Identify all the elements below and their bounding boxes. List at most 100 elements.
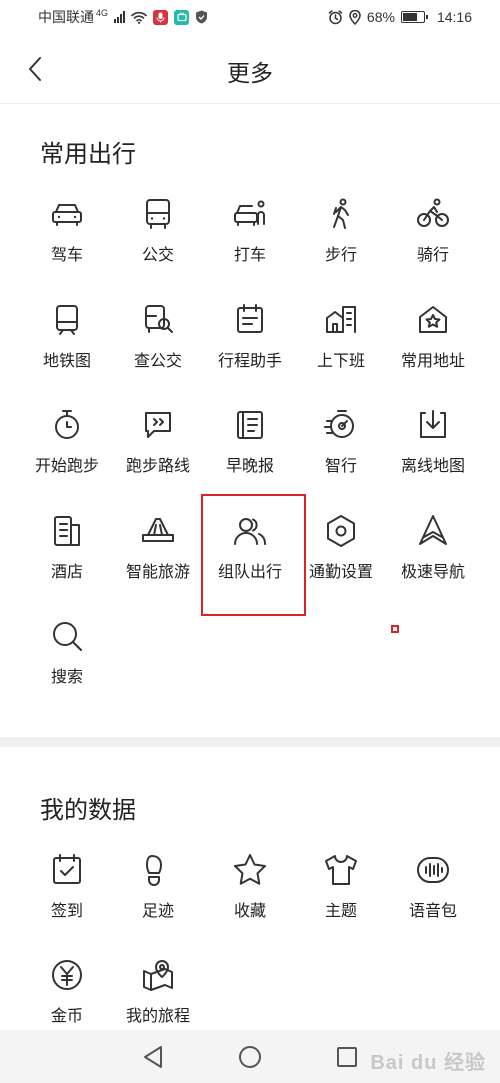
grid-item-subway[interactable]: 地铁图 [17,288,117,388]
grid-item-label: 搜索 [50,669,83,686]
home-circle-icon[interactable] [238,1045,262,1069]
grid-item-label: 足迹 [141,903,174,920]
grid-item-smart-travel[interactable]: 智行 [291,393,391,493]
grid-item-walk[interactable]: 步行 [291,182,391,282]
grid-item-label: 早晚报 [225,458,274,475]
highlight-box [201,494,306,616]
recents-square-icon[interactable] [336,1046,358,1068]
newspaper-icon [237,411,263,439]
route-chat-icon [145,412,171,438]
grid-item-hotel[interactable]: 酒店 [17,499,117,599]
grid-item-label: 常用地址 [400,352,465,370]
grid-item-label: 公交 [141,247,174,264]
bus-icon [146,199,170,229]
home-star-icon [419,305,447,333]
tour-icon [142,517,174,542]
walk-icon [333,198,349,229]
grid-item-label: 驾车 [50,247,83,264]
signal-icon [114,11,126,23]
grid-item-bus[interactable]: 公交 [108,182,208,282]
grid-item-tour[interactable]: 智能旅游 [108,499,208,599]
battery-percent: 68% [366,9,395,25]
grid-item-label: 智行 [324,458,357,475]
grid-item-label: 极速导航 [400,563,465,581]
section-title-my-data: 我的数据 [40,797,136,824]
grid-item-label: 步行 [324,247,357,264]
grid-item-label: 酒店 [50,563,83,581]
grid-item-label: 主题 [324,903,357,920]
carrier-name: 中国联通 [38,9,94,25]
shield-icon [196,10,208,24]
grid-item-navigation-arrow[interactable]: 极速导航 [383,499,483,599]
grid-item-label: 收藏 [233,903,266,920]
bike-icon [417,198,449,227]
grid-item-my-journey[interactable]: 我的旅程 [108,943,208,1043]
coin-icon [52,960,82,990]
grid-item-footprint[interactable]: 足迹 [108,838,208,938]
grid-item-label: 打车 [233,247,266,264]
grid-item-hexagon-settings[interactable]: 通勤设置 [291,499,391,599]
download-map-icon [420,410,446,438]
commute-icon [326,305,356,333]
battery-icon [400,11,428,23]
grid-item-label: 查公交 [133,352,182,370]
subway-icon [56,304,78,335]
status-bar: 中国联通 4G 68% 14:16 [0,0,500,34]
car-icon [52,204,82,226]
status-right: 68% 14:16 [328,9,472,25]
my-journey-icon [143,960,173,991]
location-icon [349,9,361,25]
taxi-icon [234,200,265,226]
grid-item-voice-pack[interactable]: 语音包 [383,838,483,938]
grid-item-tshirt[interactable]: 主题 [291,838,391,938]
back-triangle-icon[interactable] [142,1045,164,1069]
grid-item-label: 智能旅游 [125,563,190,581]
grid-item-label: 我的旅程 [125,1008,190,1025]
grid-item-taxi[interactable]: 打车 [200,182,300,282]
bus-search-icon [145,304,173,333]
grid-item-label: 地铁图 [42,352,91,370]
grid-item-trip-assistant[interactable]: 行程助手 [200,288,300,388]
grid-item-search[interactable]: 搜索 [17,604,117,704]
status-left: 中国联通 4G [38,7,208,27]
grid-item-stopwatch[interactable]: 开始跑步 [17,393,117,493]
checkin-calendar-icon [53,854,81,884]
navigation-arrow-icon [419,514,447,545]
search-icon [53,622,82,651]
grid-item-commute[interactable]: 上下班 [291,288,391,388]
network-type: 4G [96,8,109,18]
grid-item-newspaper[interactable]: 早晚报 [200,393,300,493]
footprint-icon [146,855,162,886]
grid-item-car[interactable]: 驾车 [17,182,117,282]
grid-item-star[interactable]: 收藏 [200,838,300,938]
grid-item-route-chat[interactable]: 跑步路线 [108,393,208,493]
mic-icon [153,9,169,25]
grid-item-label: 金币 [50,1008,83,1025]
grid-item-label: 开始跑步 [34,458,99,475]
grid-item-checkin-calendar[interactable]: 签到 [17,838,117,938]
nav-bar: 更多 [0,34,500,104]
grid-item-label: 骑行 [416,247,449,264]
grid-item-bus-search[interactable]: 查公交 [108,288,208,388]
alarm-icon [328,9,343,24]
grid-item-bike[interactable]: 骑行 [383,182,483,282]
page-title: 更多 [227,60,273,86]
trip-assistant-icon [237,303,263,333]
watermark: Bai du 经验 [370,1052,486,1074]
grid-item-label: 跑步路线 [125,458,190,475]
grid-item-coin[interactable]: 金币 [17,943,117,1043]
tshirt-icon [325,855,357,885]
red-marker [391,625,399,633]
section-title-common-travel: 常用出行 [40,141,136,168]
grid-item-label: 上下班 [316,352,365,370]
stopwatch-icon [55,410,79,439]
hotel-icon [54,515,80,546]
tv-icon [174,9,190,25]
star-icon [234,854,266,885]
clock: 14:16 [436,9,472,25]
grid-item-label: 语音包 [408,903,457,920]
grid-item-download-map[interactable]: 离线地图 [383,393,483,493]
smart-travel-icon [324,410,354,438]
grid-item-home-star[interactable]: 常用地址 [383,288,483,388]
voice-pack-icon [417,857,449,883]
